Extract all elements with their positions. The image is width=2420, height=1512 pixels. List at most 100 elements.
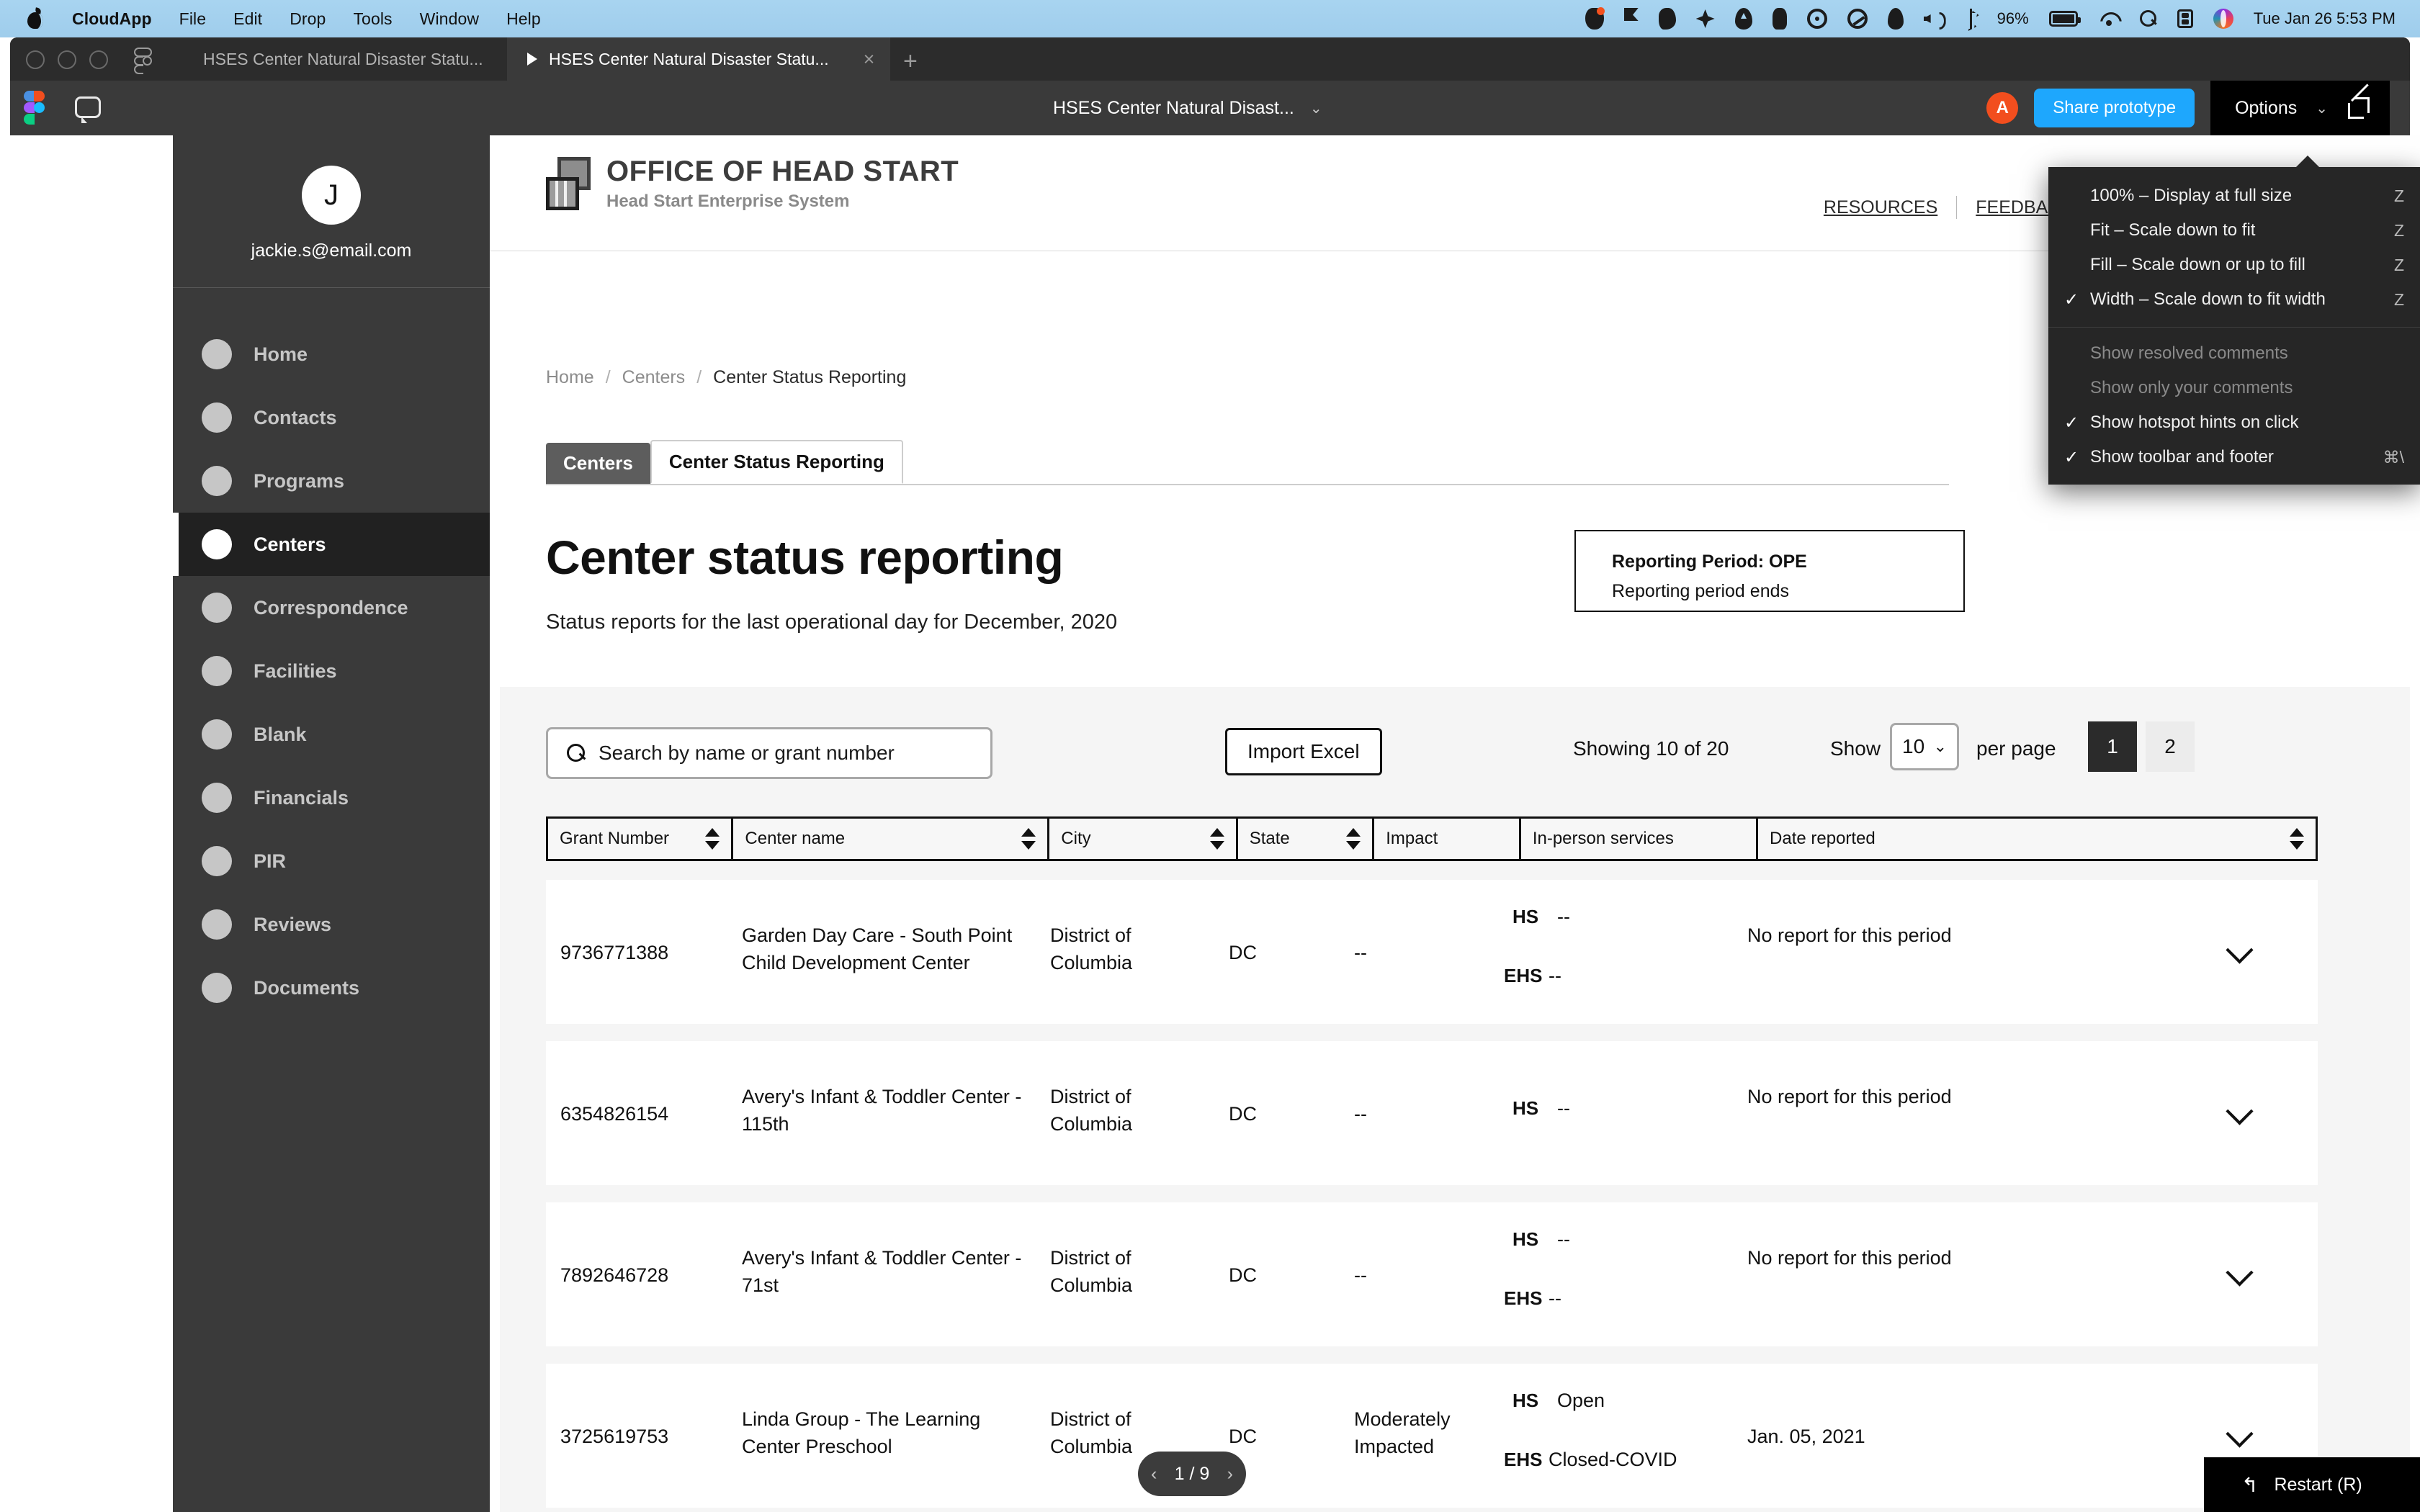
- figma-tab-prototype-label: HSES Center Natural Disaster Statu...: [549, 49, 829, 68]
- cell-date-reported: No report for this period: [1747, 1247, 1952, 1269]
- menu-item-zoom-100[interactable]: 100% – Display at full size Z: [2048, 179, 2420, 213]
- restart-button[interactable]: ↰ Restart (R): [2204, 1457, 2420, 1512]
- sparkle-icon[interactable]: [1695, 9, 1715, 28]
- sidebar-item-correspondence[interactable]: Correspondence: [173, 576, 490, 639]
- siri-icon[interactable]: [2213, 9, 2233, 29]
- tab-center-status-reporting[interactable]: Center Status Reporting: [650, 440, 903, 484]
- cell-state: DC: [1229, 1426, 1257, 1447]
- breadcrumb-centers[interactable]: Centers: [622, 367, 686, 388]
- table-row[interactable]: 7892646728 Avery's Infant & Toddler Cent…: [546, 1202, 2318, 1346]
- comment-icon[interactable]: [75, 96, 101, 123]
- head-start-logo[interactable]: OFFICE OF HEAD START Head Start Enterpri…: [546, 156, 959, 212]
- wifi-icon[interactable]: [2098, 11, 2120, 27]
- sidebar-item-documents[interactable]: Documents: [173, 956, 490, 1020]
- previous-frame-icon[interactable]: ‹: [1151, 1464, 1157, 1485]
- close-window-button[interactable]: [26, 50, 45, 69]
- figma-tab-prototype[interactable]: HSES Center Natural Disaster Statu... ×: [507, 37, 891, 81]
- sidebar-item-pir[interactable]: PIR: [173, 829, 490, 893]
- menu-bar-clock[interactable]: Tue Jan 26 5:53 PM: [2254, 9, 2396, 28]
- per-page-select[interactable]: 10 ⌄: [1890, 723, 1959, 770]
- figma-home-icon[interactable]: [20, 89, 49, 127]
- cloudapp-icon[interactable]: [1585, 7, 1605, 30]
- apple-logo-icon[interactable]: [26, 8, 45, 30]
- menu-item-show-hotspot-hints[interactable]: ✓ Show hotspot hints on click: [2048, 405, 2420, 440]
- menu-item-edit[interactable]: Edit: [233, 9, 262, 29]
- drop-icon[interactable]: [1887, 8, 1904, 30]
- maximize-window-button[interactable]: [89, 50, 108, 69]
- column-header-center-name[interactable]: Center name: [733, 819, 1050, 859]
- sort-icon[interactable]: [1346, 827, 1361, 851]
- new-tab-icon[interactable]: +: [903, 49, 918, 73]
- expand-row-chevron-icon[interactable]: [2230, 1424, 2256, 1440]
- next-frame-icon[interactable]: ›: [1227, 1464, 1233, 1485]
- sidebar-item-blank[interactable]: Blank: [173, 703, 490, 766]
- sidebar-item-financials[interactable]: Financials: [173, 766, 490, 829]
- minimize-window-button[interactable]: [58, 50, 76, 69]
- expand-row-chevron-icon[interactable]: [2230, 1102, 2256, 1117]
- avatar[interactable]: J: [302, 166, 361, 225]
- battery-icon[interactable]: [2048, 11, 2081, 27]
- figma-tab-file[interactable]: HSES Center Natural Disaster Statu...: [190, 37, 496, 81]
- eye-icon[interactable]: [1806, 9, 1827, 29]
- flag-icon[interactable]: [1623, 8, 1639, 21]
- column-header-state[interactable]: State: [1238, 819, 1375, 859]
- sort-icon[interactable]: [1021, 827, 1036, 851]
- share-prototype-button[interactable]: Share prototype: [2034, 89, 2195, 127]
- menu-item-file[interactable]: File: [179, 9, 206, 29]
- import-excel-button[interactable]: Import Excel: [1225, 728, 1382, 775]
- bluetooth-icon[interactable]: [1964, 9, 1977, 29]
- menu-item-zoom-width[interactable]: ✓ Width – Scale down to fit width Z: [2048, 282, 2420, 317]
- figma-tab-file-label: HSES Center Natural Disaster Statu...: [203, 49, 483, 68]
- window-traffic-lights[interactable]: [26, 50, 108, 69]
- header-link-resources[interactable]: RESOURCES: [1805, 197, 1956, 218]
- prototype-page-navigator[interactable]: ‹ 1 / 9 ›: [1138, 1452, 1246, 1496]
- person-icon[interactable]: [1772, 8, 1787, 30]
- tab-centers[interactable]: Centers: [546, 443, 650, 484]
- fullscreen-icon[interactable]: [2347, 96, 2371, 120]
- chevron-down-icon[interactable]: ⌄: [1310, 99, 1322, 117]
- column-header-grant-number[interactable]: Grant Number: [548, 819, 734, 859]
- expand-row-chevron-icon[interactable]: [2230, 1263, 2256, 1279]
- sidebar-item-reviews[interactable]: Reviews: [173, 893, 490, 956]
- avatar[interactable]: A: [1986, 92, 2019, 124]
- sort-icon[interactable]: [2290, 827, 2304, 851]
- breadcrumb-home[interactable]: Home: [546, 367, 594, 388]
- table-row[interactable]: 6354826154 Avery's Infant & Toddler Cent…: [546, 1041, 2318, 1185]
- sidebar-item-home[interactable]: Home: [173, 323, 490, 386]
- column-header-city[interactable]: City: [1049, 819, 1238, 859]
- sidebar-item-centers[interactable]: Centers: [173, 513, 490, 576]
- close-tab-icon[interactable]: ×: [864, 49, 875, 69]
- table-row[interactable]: 3725619753 Linda Group - The Learning Ce…: [546, 1364, 2318, 1508]
- expand-row-chevron-icon[interactable]: [2230, 940, 2256, 956]
- cell-impact: --: [1354, 942, 1367, 963]
- evernote-icon[interactable]: [1658, 8, 1676, 30]
- column-header-date-reported[interactable]: Date reported: [1758, 819, 2316, 859]
- sidebar-item-facilities[interactable]: Facilities: [173, 639, 490, 703]
- menu-item-cloudapp[interactable]: CloudApp: [72, 9, 152, 29]
- prototype-title[interactable]: HSES Center Natural Disast... ⌄: [1053, 81, 1322, 135]
- menu-item-show-toolbar-and-footer[interactable]: ✓ Show toolbar and footer ⌘\: [2048, 440, 2420, 474]
- cell-grant-number: 3725619753: [560, 1426, 669, 1447]
- menu-item-window[interactable]: Window: [420, 9, 479, 29]
- menu-item-zoom-fit[interactable]: Fit – Scale down to fit Z: [2048, 213, 2420, 248]
- sidebar-item-programs[interactable]: Programs: [173, 449, 490, 513]
- table-row[interactable]: 9736771388 Garden Day Care - South Point…: [546, 880, 2318, 1024]
- cell-state: DC: [1229, 942, 1257, 963]
- upload-icon[interactable]: [1734, 8, 1752, 30]
- sort-icon[interactable]: [1209, 827, 1224, 851]
- menu-item-drop[interactable]: Drop: [290, 9, 326, 29]
- content-tabs: Centers Center Status Reporting: [546, 440, 1949, 484]
- menu-item-help[interactable]: Help: [506, 9, 541, 29]
- search-input[interactable]: Search by name or grant number: [546, 727, 992, 779]
- options-menu-button[interactable]: Options ⌄: [2210, 81, 2390, 135]
- menu-item-zoom-fill[interactable]: Fill – Scale down or up to fill Z: [2048, 248, 2420, 282]
- sidebar-item-contacts[interactable]: Contacts: [173, 386, 490, 449]
- circle-slash-icon[interactable]: [1847, 9, 1868, 29]
- sort-icon[interactable]: [705, 827, 720, 851]
- control-center-icon[interactable]: [2177, 9, 2193, 28]
- pagination-page-2[interactable]: 2: [2146, 721, 2195, 772]
- pagination-page-1[interactable]: 1: [2088, 721, 2137, 772]
- spotlight-search-icon[interactable]: [2139, 10, 2157, 27]
- menu-item-tools[interactable]: Tools: [353, 9, 392, 29]
- volume-icon[interactable]: [1924, 11, 1944, 27]
